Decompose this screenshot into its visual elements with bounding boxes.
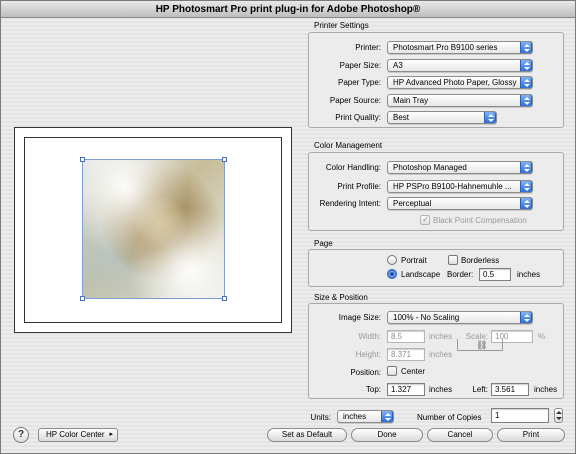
- paper-type-label: Paper Type:: [338, 78, 381, 87]
- print-preview: [14, 127, 292, 333]
- popup-arrows-icon: [520, 181, 532, 192]
- print-quality-select[interactable]: Best: [387, 111, 497, 124]
- set-as-default-button[interactable]: Set as Default: [267, 428, 347, 442]
- left-label: Left:: [472, 385, 488, 394]
- paper-printable-area: [24, 137, 282, 323]
- paper-size-value: A3: [393, 61, 403, 70]
- page-title: Page: [314, 239, 333, 248]
- bpc-label: Black Point Compensation: [433, 216, 527, 225]
- resize-handle-bottom-right[interactable]: [222, 296, 227, 301]
- borderless-checkbox[interactable]: [448, 255, 458, 265]
- width-label: Width:: [358, 332, 381, 341]
- popup-arrows-icon: [520, 77, 532, 88]
- disclosure-arrow-icon: ▸: [109, 431, 113, 438]
- print-button[interactable]: Print: [497, 428, 565, 442]
- window-title: HP Photosmart Pro print plug-in for Adob…: [1, 1, 575, 18]
- units-value: inches: [343, 412, 367, 421]
- popup-arrows-icon: [520, 42, 532, 53]
- image-size-label: Image Size:: [338, 313, 381, 322]
- hp-color-center-label: HP Color Center: [46, 430, 105, 439]
- printer-label: Printer:: [355, 43, 381, 52]
- popup-arrows-icon: [381, 411, 393, 422]
- top-unit: inches: [429, 385, 453, 394]
- paper-source-label: Paper Source:: [329, 96, 381, 105]
- chain-link-icon[interactable]: ⛓: [476, 340, 487, 351]
- popup-arrows-icon: [520, 312, 532, 323]
- center-label: Center: [401, 367, 426, 376]
- rendering-intent-select[interactable]: Perceptual: [387, 197, 533, 210]
- image-size-value: 100% - No Scaling: [393, 313, 460, 322]
- borderless-label: Borderless: [461, 256, 500, 265]
- border-input[interactable]: 0.5: [479, 268, 511, 281]
- done-button[interactable]: Done: [351, 428, 423, 442]
- hp-color-center-button[interactable]: HP Color Center ▸: [38, 428, 118, 442]
- rendering-intent-value: Perceptual: [393, 199, 432, 208]
- left-unit: inches: [534, 385, 558, 394]
- paper-source-value: Main Tray: [393, 96, 429, 105]
- paper-type-value: HP Advanced Photo Paper, Glossy: [393, 78, 517, 87]
- image-size-select[interactable]: 100% - No Scaling: [387, 311, 533, 324]
- printer-select-value: Photosmart Pro B9100 series: [393, 43, 498, 52]
- top-input[interactable]: 1.327: [387, 383, 425, 396]
- resize-handle-top-left[interactable]: [80, 157, 85, 162]
- units-select[interactable]: inches: [337, 410, 394, 423]
- paper-type-select[interactable]: HP Advanced Photo Paper, Glossy: [387, 76, 533, 89]
- portrait-radio[interactable]: [387, 255, 397, 265]
- rendering-intent-label: Rendering Intent:: [319, 199, 381, 208]
- paper-size-label: Paper Size:: [339, 61, 381, 70]
- color-handling-label: Color Handling:: [325, 163, 381, 172]
- page-group: [308, 249, 564, 287]
- color-management-title: Color Management: [314, 141, 383, 150]
- paper-source-select[interactable]: Main Tray: [387, 94, 533, 107]
- popup-arrows-icon: [484, 112, 496, 123]
- popup-arrows-icon: [520, 162, 532, 173]
- scale-unit: %: [538, 332, 546, 341]
- color-handling-select[interactable]: Photoshop Managed: [387, 161, 533, 174]
- printer-select[interactable]: Photosmart Pro B9100 series: [387, 41, 533, 54]
- border-label: Border:: [447, 270, 474, 279]
- width-input[interactable]: 8.5: [387, 330, 425, 343]
- width-unit: inches: [429, 332, 453, 341]
- print-profile-select[interactable]: HP PSPro B9100-Hahnemuhle ...: [387, 180, 533, 193]
- bpc-checkbox[interactable]: [420, 214, 430, 225]
- position-label: Position:: [350, 368, 381, 377]
- height-label: Height:: [355, 350, 381, 359]
- height-input[interactable]: 8.371: [387, 348, 425, 361]
- printer-settings-title: Printer Settings: [314, 21, 369, 30]
- center-checkbox[interactable]: [387, 366, 397, 376]
- stepper-icon[interactable]: [554, 408, 563, 423]
- popup-arrows-icon: [520, 198, 532, 209]
- print-quality-label: Print Quality:: [335, 113, 381, 122]
- cancel-button[interactable]: Cancel: [427, 428, 493, 442]
- top-label: Top:: [365, 385, 381, 394]
- units-label: Units:: [310, 413, 331, 422]
- print-profile-label: Print Profile:: [337, 182, 381, 191]
- paper-size-select[interactable]: A3: [387, 59, 533, 72]
- popup-arrows-icon: [520, 60, 532, 71]
- popup-arrows-icon: [520, 95, 532, 106]
- border-unit: inches: [517, 270, 541, 279]
- landscape-label: Landscape: [401, 270, 441, 279]
- help-icon[interactable]: ?: [13, 427, 29, 443]
- print-profile-value: HP PSPro B9100-Hahnemuhle ...: [393, 182, 512, 191]
- left-input[interactable]: 3.561: [491, 383, 529, 396]
- color-handling-value: Photoshop Managed: [393, 163, 467, 172]
- plugin-window: HP Photosmart Pro print plug-in for Adob…: [0, 0, 576, 454]
- landscape-radio[interactable]: [387, 269, 397, 279]
- height-unit: inches: [429, 350, 453, 359]
- print-quality-value: Best: [393, 113, 410, 122]
- copies-input[interactable]: 1: [491, 408, 549, 423]
- portrait-label: Portrait: [401, 256, 427, 265]
- resize-handle-bottom-left[interactable]: [80, 296, 85, 301]
- resize-handle-top-right[interactable]: [222, 157, 227, 162]
- copies-label: Number of Copies: [417, 413, 482, 422]
- image-preview[interactable]: [82, 159, 225, 299]
- size-position-title: Size & Position: [314, 293, 368, 302]
